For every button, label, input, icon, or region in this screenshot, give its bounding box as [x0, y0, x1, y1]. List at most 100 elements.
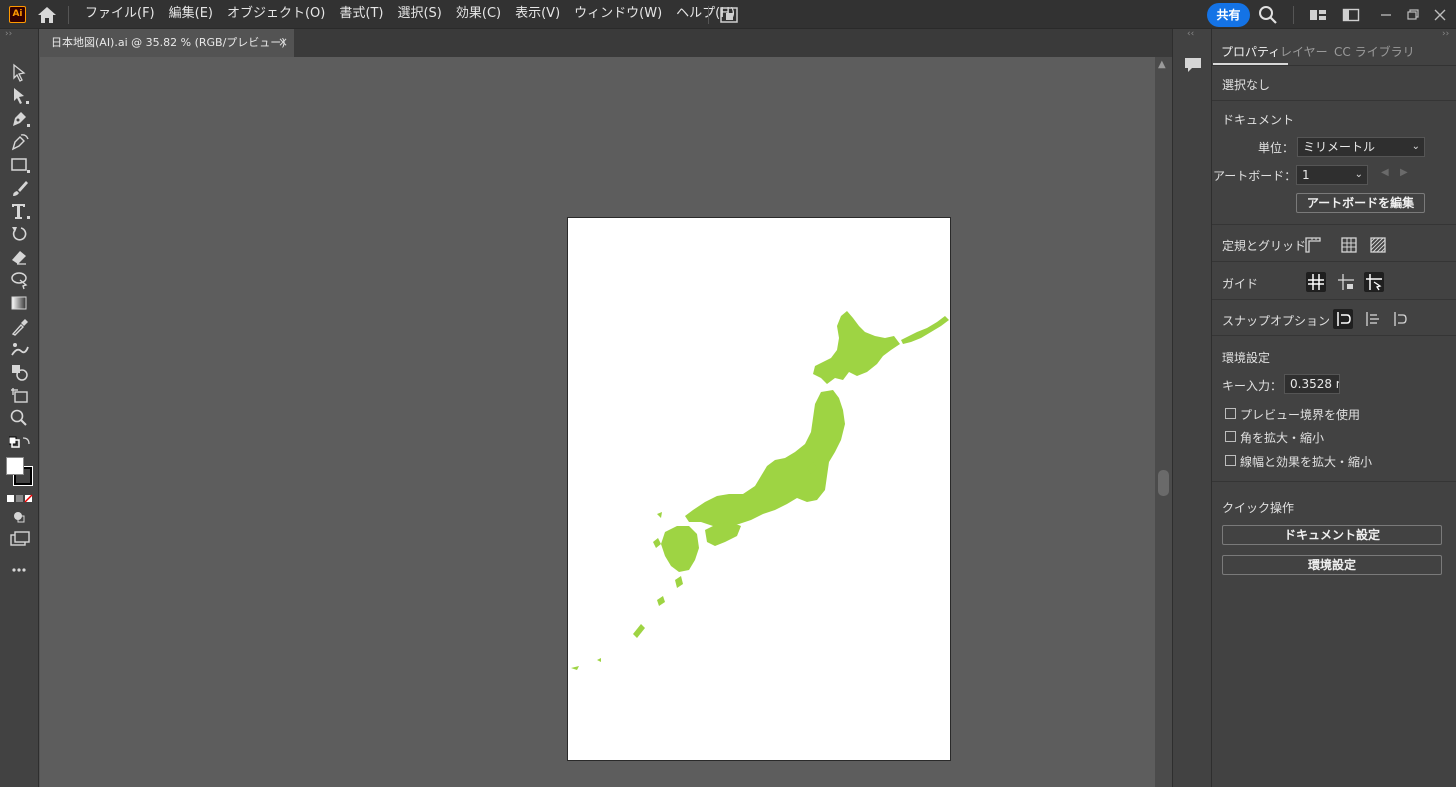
island-shape[interactable] — [653, 538, 661, 548]
direct-selection-icon — [14, 88, 29, 104]
canvas-area[interactable] — [40, 57, 1155, 787]
color-mode-buttons[interactable] — [7, 492, 33, 503]
minimize-icon — [1381, 14, 1391, 16]
honshu-shape[interactable] — [685, 390, 845, 526]
type-tool[interactable] — [9, 201, 31, 221]
tab-cc-libraries[interactable]: CC ライブラリ — [1326, 39, 1423, 65]
document-tab-title: 日本地図(AI).ai @ 35.82 % (RGB/プレビュー) — [51, 36, 286, 49]
fill-swatch[interactable] — [6, 457, 24, 475]
close-window-button[interactable] — [1431, 6, 1449, 24]
rectangle-tool[interactable] — [9, 155, 31, 175]
menu-object[interactable]: オブジェクト(O) — [220, 0, 332, 29]
restore-button[interactable] — [1404, 6, 1422, 24]
share-button[interactable]: 共有 — [1207, 3, 1250, 27]
snap-glyph-icon — [1394, 312, 1407, 326]
chevron-down-icon: ⌄ — [1411, 141, 1420, 152]
gradient-icon — [11, 296, 27, 310]
kyushu-shape[interactable] — [661, 526, 699, 572]
units-value: ミリメートル — [1303, 140, 1376, 154]
arrange-documents-button[interactable] — [719, 5, 739, 25]
edit-toolbar-button[interactable] — [9, 560, 31, 580]
shape-builder-tool[interactable] — [9, 362, 31, 382]
grid-button[interactable] — [1339, 235, 1359, 255]
comments-button[interactable] — [1183, 55, 1203, 75]
next-artboard-icon[interactable]: ▶ — [1400, 167, 1408, 178]
shikoku-shape[interactable] — [705, 522, 741, 546]
search-button[interactable] — [1258, 5, 1278, 25]
properties-panel: ›› プロパティ レイヤー CC ライブラリ 選択なし ドキュメント 単位： ミ… — [1212, 29, 1456, 787]
fill-stroke-swatches[interactable] — [6, 457, 36, 487]
menu-window[interactable]: ウィンドウ(W) — [567, 0, 669, 29]
keyboard-increment-input[interactable]: 0.3528 m — [1284, 374, 1340, 394]
lasso-tool[interactable] — [9, 270, 31, 290]
rectangle-icon — [11, 158, 30, 173]
lock-guides-button[interactable] — [1336, 272, 1356, 292]
eraser-tool[interactable] — [9, 247, 31, 267]
gradient-tool[interactable] — [9, 293, 31, 313]
keyboard-increment-label: キー入力： — [1222, 379, 1283, 393]
paintbrush-tool[interactable] — [9, 178, 31, 198]
artboard-dropdown[interactable]: 1 ⌄ — [1296, 165, 1368, 185]
kuril-islands-shape[interactable] — [901, 316, 949, 344]
curvature-tool[interactable] — [9, 132, 31, 152]
scroll-thumb[interactable] — [1158, 470, 1169, 496]
pen-icon — [13, 112, 30, 127]
japan-map[interactable] — [568, 218, 952, 762]
rotate-tool[interactable] — [9, 224, 31, 244]
transparency-grid-icon — [1370, 237, 1386, 253]
menu-select[interactable]: 選択(S) — [390, 0, 448, 29]
smart-guides-button[interactable] — [1364, 272, 1384, 292]
menu-effect[interactable]: 効果(C) — [449, 0, 508, 29]
expand-toolbar-icon[interactable]: ›› — [5, 29, 12, 39]
menu-divider — [708, 6, 709, 24]
transparency-grid-button[interactable] — [1368, 235, 1388, 255]
panel-toggle[interactable] — [1342, 6, 1360, 24]
menu-edit[interactable]: 編集(E) — [162, 0, 220, 29]
use-preview-bounds-checkbox[interactable] — [1225, 408, 1236, 419]
scale-strokes-effects-checkbox[interactable] — [1225, 455, 1236, 466]
scale-corners-checkbox[interactable] — [1225, 431, 1236, 442]
pen-tool[interactable] — [9, 109, 31, 129]
rulers-button[interactable] — [1303, 235, 1323, 255]
menu-view[interactable]: 表示(V) — [508, 0, 567, 29]
home-button[interactable] — [36, 5, 58, 25]
eyedropper-tool[interactable] — [9, 316, 31, 336]
snap-to-glyph-button[interactable] — [1390, 309, 1410, 329]
island-shape[interactable] — [657, 512, 662, 518]
units-dropdown[interactable]: ミリメートル ⌄ — [1297, 137, 1425, 157]
collapse-dock-icon[interactable]: ‹‹ — [1187, 29, 1194, 39]
default-colors-button[interactable] — [9, 435, 31, 455]
scroll-up-icon[interactable]: ▲ — [1158, 59, 1166, 70]
preferences-button[interactable]: 環境設定 — [1222, 555, 1442, 575]
close-tab-button[interactable]: × — [278, 29, 288, 56]
direct-selection-tool[interactable] — [9, 86, 31, 106]
expand-panel-icon[interactable]: ›› — [1442, 29, 1449, 39]
previous-artboard-icon[interactable]: ◀ — [1381, 167, 1389, 178]
selection-tool[interactable] — [9, 63, 31, 83]
island-shape[interactable] — [597, 658, 601, 662]
island-shape[interactable] — [657, 596, 665, 606]
island-shape[interactable] — [571, 666, 579, 670]
document-setup-button[interactable]: ドキュメント設定 — [1222, 525, 1442, 545]
selection-arrow-icon — [13, 63, 26, 82]
draw-mode-button[interactable] — [9, 507, 31, 527]
blend-tool[interactable] — [9, 339, 31, 359]
island-shape[interactable] — [675, 576, 683, 588]
snap-to-pixel-button[interactable] — [1362, 309, 1382, 329]
snap-to-point-button[interactable] — [1333, 309, 1353, 329]
zoom-tool[interactable] — [9, 408, 31, 428]
eraser-icon — [12, 251, 26, 265]
edit-artboards-button[interactable]: アートボードを編集 — [1296, 193, 1425, 213]
document-tab[interactable]: 日本地図(AI).ai @ 35.82 % (RGB/プレビュー) × — [40, 29, 294, 57]
artboard[interactable] — [567, 217, 951, 761]
hokkaido-shape[interactable] — [813, 311, 900, 384]
artboard-tool[interactable] — [9, 385, 31, 405]
okinawa-shape[interactable] — [633, 624, 645, 638]
minimize-button[interactable] — [1377, 6, 1395, 24]
show-guides-button[interactable] — [1306, 272, 1326, 292]
menu-type[interactable]: 書式(T) — [332, 0, 390, 29]
menu-file[interactable]: ファイル(F) — [78, 0, 162, 29]
workspace-switcher[interactable] — [1309, 6, 1327, 24]
vertical-scrollbar[interactable]: ▲ — [1155, 57, 1172, 787]
screen-mode-button[interactable] — [9, 529, 31, 549]
